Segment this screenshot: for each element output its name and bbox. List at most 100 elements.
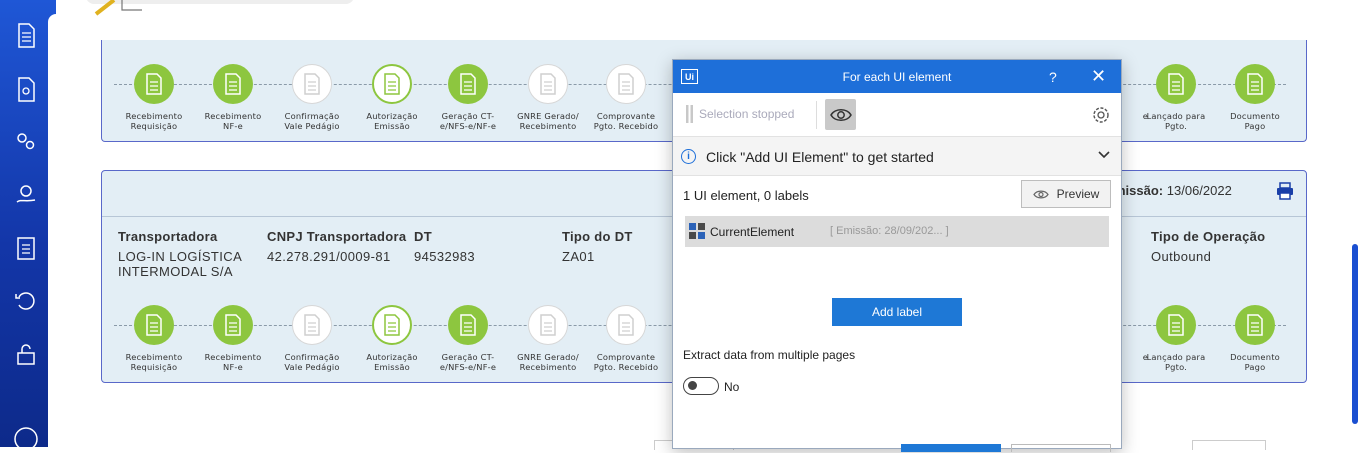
pencil-icon	[82, 0, 166, 16]
document-icon	[528, 305, 568, 345]
document-icon	[448, 305, 488, 345]
field-tipo-dt: Tipo do DT ZA01	[562, 229, 633, 264]
step-label: Recebimento NF-e	[204, 111, 262, 131]
timeline-step: Confirmação Vale Pedágio	[272, 305, 352, 372]
step-label: Documento Pago	[1230, 111, 1280, 131]
step-label: Recebimento Requisição	[125, 111, 183, 131]
timeline-step: Documento Pago	[1215, 64, 1295, 131]
ui-element-row[interactable]: CurrentElement [ Emissão: 28/09/202... ]	[685, 216, 1109, 247]
step-label: Confirmação Vale Pedágio	[284, 352, 340, 372]
timeline-step: Confirmação Vale Pedágio	[272, 64, 352, 131]
menu-icon[interactable]	[12, 425, 40, 453]
dialog-title-bar: Ui For each UI element ? ✕	[673, 60, 1121, 93]
field-cnpj: CNPJ Transportadora 42.278.291/0009-81	[267, 229, 407, 264]
timeline-step: Comprovante Pgto. Recebido	[586, 305, 666, 372]
document-icon	[448, 64, 488, 104]
download-doc-icon	[134, 64, 174, 104]
sidebar	[0, 0, 56, 451]
timeline-step: Autorização Emissão	[352, 305, 432, 372]
eye-icon	[1032, 190, 1049, 198]
pagination-box[interactable]	[1192, 440, 1266, 450]
preview-label: Preview	[1056, 187, 1100, 201]
step-label: Comprovante Pgto. Recebido	[593, 111, 659, 131]
sidebar-edge	[48, 14, 56, 447]
timeline-step: Lançado para Pgto.	[1136, 305, 1216, 372]
emission-date: missão: 13/06/2022	[1114, 183, 1232, 198]
refund-icon[interactable]	[12, 287, 40, 315]
field-dt: DT 94532983	[414, 229, 476, 264]
clipboard-list-icon[interactable]	[12, 234, 40, 262]
step-label: GNRE Gerado/Recebimento	[517, 352, 579, 372]
toolbar-divider	[816, 101, 817, 129]
timeline-step: Geração CT-e/NFS-e/NF-e	[428, 64, 508, 131]
paid-doc-icon	[1235, 64, 1275, 104]
step-label: Confirmação Vale Pedágio	[284, 111, 340, 131]
field-tipo-operacao: Tipo de Operação Outbound	[1151, 229, 1266, 264]
for-each-dialog: Ui For each UI element ? ✕ Selection sto…	[672, 59, 1122, 452]
element-name: CurrentElement	[710, 225, 795, 239]
cash-icon	[1156, 64, 1196, 104]
step-label: Comprovante Pgto. Recebido	[593, 352, 659, 372]
step-label: GNRE Gerado/Recebimento	[517, 111, 579, 131]
money-hand-icon[interactable]	[12, 180, 40, 208]
timeline-step: Geração CT-e/NFS-e/NF-e	[428, 305, 508, 372]
document-icon	[213, 305, 253, 345]
info-icon: i	[681, 149, 696, 164]
step-label: Documento Pago	[1230, 352, 1280, 372]
eye-icon[interactable]	[825, 99, 856, 130]
close-button[interactable]: ✕	[1091, 66, 1106, 87]
cancel-button[interactable]	[1011, 444, 1111, 452]
add-label-button[interactable]: Add label	[832, 298, 962, 326]
download-doc-icon	[134, 305, 174, 345]
help-button[interactable]: ?	[1049, 69, 1057, 85]
preview-button[interactable]: Preview	[1021, 180, 1111, 208]
step-label: Autorização Emissão	[366, 352, 418, 372]
document-icon[interactable]	[12, 22, 40, 50]
timeline-step: GNRE Gerado/Recebimento	[508, 64, 588, 131]
pause-icon	[685, 105, 695, 123]
timeline-step: Comprovante Pgto. Recebido	[586, 64, 666, 131]
timeline-step: Autorização Emissão	[352, 64, 432, 131]
page-scrollbar[interactable]	[1352, 244, 1358, 424]
sign-doc-icon	[292, 64, 332, 104]
selection-status: Selection stopped	[699, 107, 795, 121]
gears-icon[interactable]	[12, 127, 40, 155]
timeline-step: Recebimento Requisição	[114, 305, 194, 372]
sign-doc-icon	[292, 305, 332, 345]
step-label: Recebimento Requisição	[125, 352, 183, 372]
step-label: Lançado para Pgto.	[1146, 111, 1206, 131]
receipt-icon	[606, 305, 646, 345]
printer-icon[interactable]	[1276, 182, 1294, 200]
step-label: Geração CT-e/NFS-e/NF-e	[439, 352, 497, 372]
paid-doc-icon	[1235, 305, 1275, 345]
chevron-down-icon[interactable]	[1098, 148, 1110, 160]
step-label: Recebimento NF-e	[204, 352, 262, 372]
toggle-label: No	[724, 380, 740, 394]
clipboard-check-icon	[372, 305, 412, 345]
step-label: Autorização Emissão	[366, 111, 418, 131]
step-label: Geração CT-e/NFS-e/NF-e	[439, 111, 497, 131]
document-settings-icon[interactable]	[12, 76, 40, 104]
document-icon	[213, 64, 253, 104]
receipt-icon	[606, 64, 646, 104]
extract-label: Extract data from multiple pages	[683, 348, 856, 362]
timeline-step: Recebimento NF-e	[193, 305, 273, 372]
unlock-icon[interactable]	[12, 340, 40, 368]
timeline-step: Recebimento Requisição	[114, 64, 194, 131]
info-text: Click "Add UI Element" to get started	[706, 149, 934, 165]
timeline-step: GNRE Gerado/Recebimento	[508, 305, 588, 372]
timeline-step: Recebimento NF-e	[193, 64, 273, 131]
timeline-step: Lançado para Pgto.	[1136, 64, 1216, 131]
grid-icon	[689, 223, 705, 239]
field-transportadora: Transportadora LOG-IN LOGÍSTICA INTERMOD…	[118, 229, 243, 279]
element-count: 1 UI element, 0 labels	[683, 188, 809, 203]
info-dropdown[interactable]: i Click "Add UI Element" to get started	[673, 137, 1121, 176]
confirm-button[interactable]	[901, 444, 1001, 452]
step-label: Lançado para Pgto.	[1146, 352, 1206, 372]
gear-icon[interactable]	[1091, 105, 1111, 125]
cash-icon	[1156, 305, 1196, 345]
dialog-toolbar: Selection stopped	[673, 93, 1121, 137]
multi-page-toggle[interactable]	[683, 377, 719, 395]
timeline-step: Documento Pago	[1215, 305, 1295, 372]
document-icon	[528, 64, 568, 104]
